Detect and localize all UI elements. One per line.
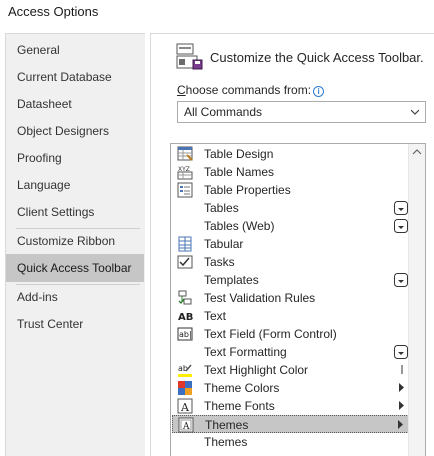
command-label: Themes [205,418,249,432]
table-properties-icon [177,182,193,198]
submenu-arrow-icon [399,383,404,392]
choose-commands-label: Choose commands from: i [177,83,325,97]
theme-fonts-icon: A [177,398,193,414]
theme-colors-icon [178,381,192,395]
command-row[interactable]: A Themes [172,415,409,433]
command-label: Tabular [204,237,244,251]
command-row[interactable]: Text Formatting [172,343,409,361]
command-row[interactable]: Test Validation Rules [172,289,409,307]
highlight-icon: ab [178,364,192,377]
nav-object-designers[interactable]: Object Designers [6,117,144,145]
command-row[interactable]: Templates [172,271,409,289]
command-label: Templates [204,273,259,287]
gallery-dropdown-icon [394,201,408,215]
svg-text:A: A [182,422,190,432]
info-icon[interactable]: i [313,86,325,97]
table-design-icon [177,146,193,161]
choose-commands-dropdown[interactable]: All Commands [177,101,426,123]
command-label: Table Names [204,165,275,179]
scroll-up-arrow-icon[interactable] [409,144,425,161]
svg-text:ab|: ab| [179,330,192,339]
command-label: Text Field (Form Control) [204,327,337,341]
command-row[interactable]: Tables (Web) [172,217,409,235]
nav-current-database[interactable]: Current Database [6,63,144,91]
list-scrollbar[interactable] [408,144,425,456]
command-label: Themes [204,435,248,449]
nav-quick-access-toolbar[interactable]: Quick Access Toolbar [6,254,144,282]
gallery-dropdown-icon [394,273,408,287]
command-label: Tasks [204,255,235,269]
test-validation-icon [178,290,192,305]
nav-general[interactable]: General [6,36,144,64]
chevron-down-icon [411,109,419,115]
command-label: Text Highlight Color [204,363,309,377]
nav-trust-center[interactable]: Trust Center [6,310,144,338]
nav-proofing[interactable]: Proofing [6,144,144,172]
svg-text:ab: ab [178,364,188,373]
page-heading: Customize the Quick Access Toolbar. [210,50,424,65]
nav-customize-ribbon[interactable]: Customize Ribbon [6,227,144,255]
command-row[interactable]: Themes [172,433,409,451]
command-row[interactable]: Tasks [172,253,409,271]
window-title: Access Options [8,4,99,19]
commands-list[interactable]: Table Design XYZ Table Names Table Properti… [170,143,426,456]
command-label: Test Validation Rules [204,291,316,305]
dropdown-value: All Commands [184,105,263,119]
nav-language[interactable]: Language [6,171,144,199]
svg-text:AB: AB [178,312,193,323]
command-row[interactable]: Tables [172,199,409,217]
command-row[interactable]: XYZ Table Names [172,163,409,181]
nav-add-ins[interactable]: Add-ins [6,283,144,311]
choose-label-text: hoose commands from: [185,83,312,97]
command-label: Theme Colors [204,381,280,395]
command-row[interactable]: AB Text [172,307,409,325]
svg-text:A: A [180,401,190,414]
command-row[interactable]: Tabular [172,235,409,253]
command-row[interactable]: ab| Text Field (Form Control) [172,325,409,343]
options-sidebar: General Current Database Datasheet Objec… [5,33,145,456]
submenu-arrow-icon [398,420,403,429]
command-label: Text [204,309,227,323]
tabular-icon [178,236,192,252]
nav-client-settings[interactable]: Client Settings [6,198,144,226]
table-names-icon: XYZ [177,166,193,180]
command-row[interactable]: Table Properties [172,181,409,199]
submenu-arrow-icon [399,401,404,410]
command-row[interactable]: Table Design [172,145,409,163]
choose-mnemonic: C [177,83,186,97]
quick-access-toolbar-icon [176,43,203,70]
command-label: Table Properties [204,183,291,197]
gallery-dropdown-icon [394,345,408,359]
command-row[interactable]: ab Text Highlight Color [172,361,409,379]
command-label: Theme Fonts [204,399,275,413]
command-label: Text Formatting [204,345,287,359]
command-label: Tables (Web) [204,219,275,233]
themes-icon: A [178,417,194,433]
text-ab-icon: AB [178,312,193,323]
split-button-divider-icon [401,365,403,374]
command-label: Tables [204,201,239,215]
command-row[interactable]: Theme Colors [172,379,409,397]
nav-datasheet[interactable]: Datasheet [6,90,144,118]
command-row[interactable]: A Theme Fonts [172,397,409,415]
command-label: Table Design [204,147,274,161]
text-field-icon: ab| [177,327,193,341]
gallery-dropdown-icon [394,219,408,233]
tasks-icon [177,255,193,269]
